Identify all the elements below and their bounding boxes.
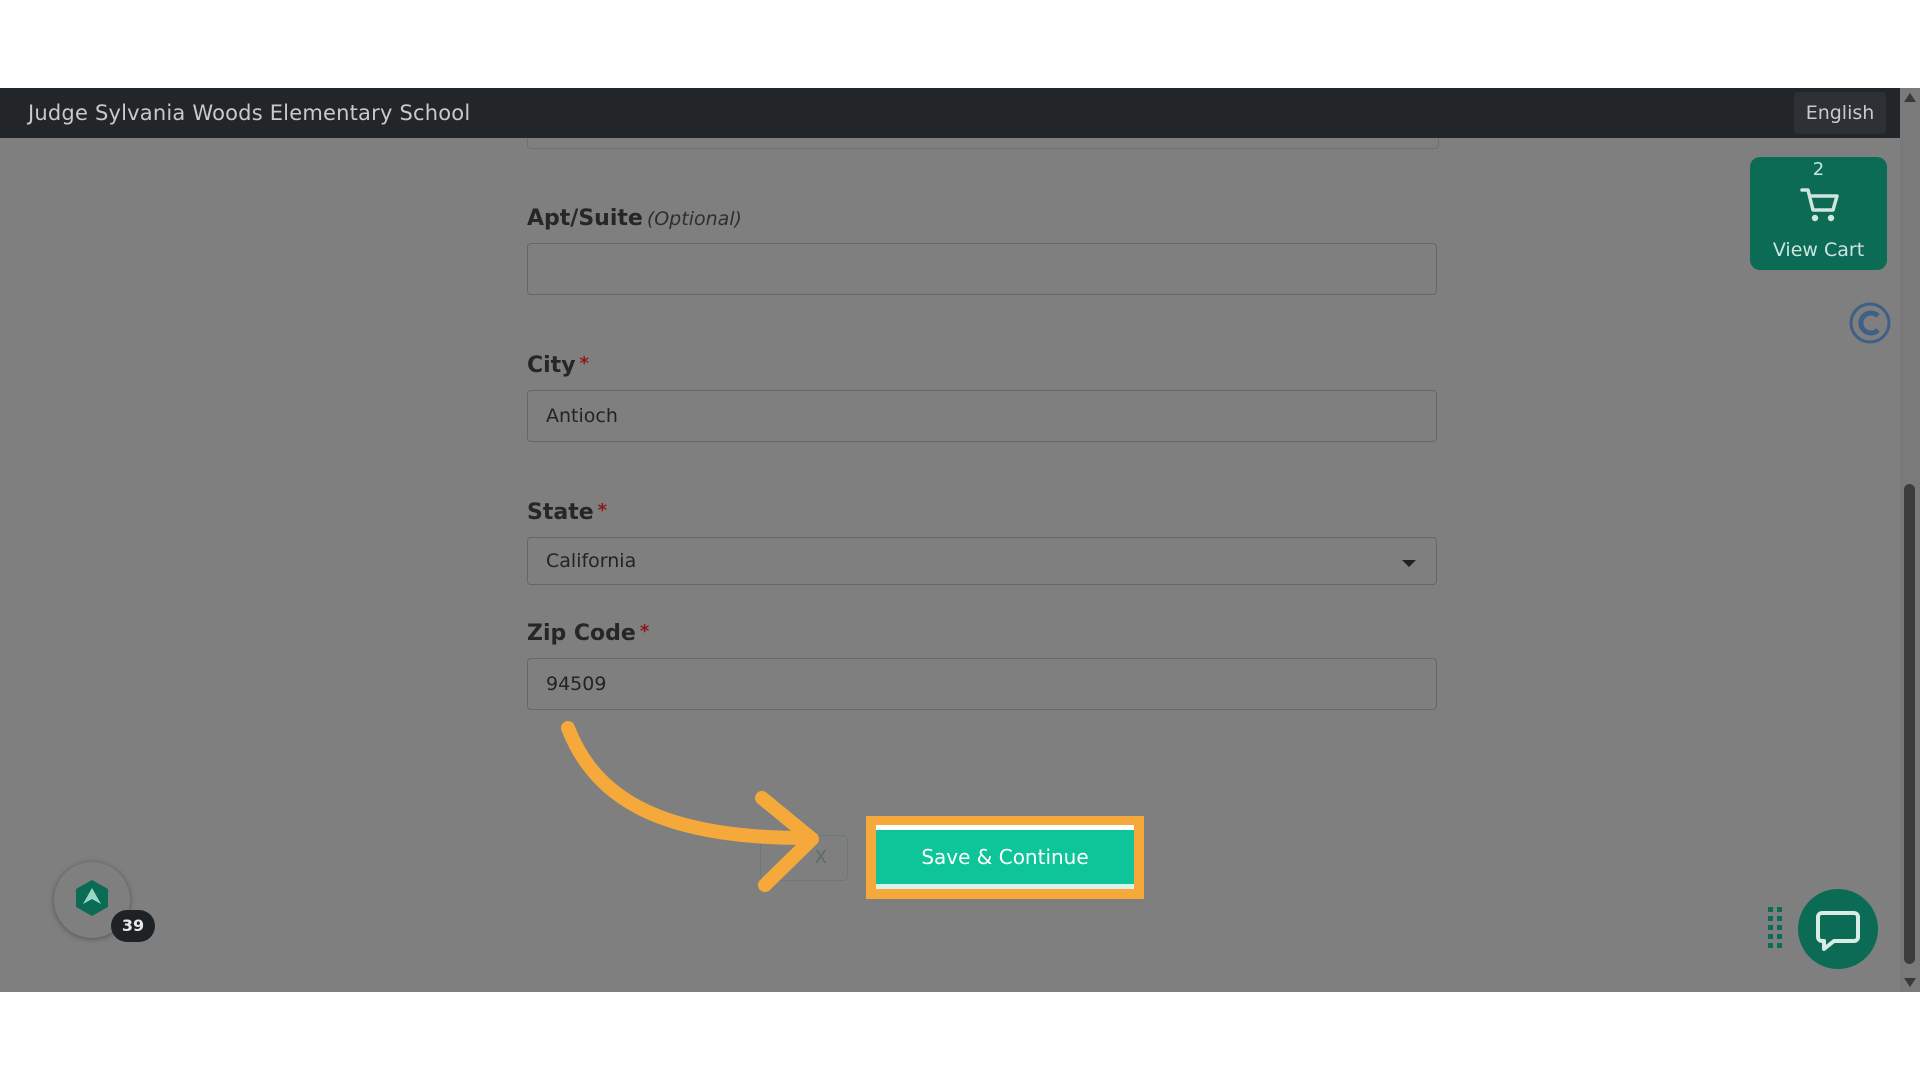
zip-code-label: Zip Code * [527,621,649,646]
top-navbar: Judge Sylvania Woods Elementary School E… [0,88,1900,138]
c-logo-icon[interactable] [1849,302,1891,344]
required-mark: * [579,353,589,374]
required-mark: * [597,500,608,521]
scroll-thumb[interactable] [1904,484,1915,964]
drag-handle-icon[interactable] [1767,906,1783,950]
zip-code-label-text: Zip Code [527,621,636,646]
chevron-down-icon [1402,560,1416,567]
state-select[interactable]: California [527,537,1437,585]
apt-suite-input[interactable] [527,243,1437,295]
required-mark: * [639,621,650,642]
language-selector[interactable]: English [1794,92,1886,134]
chat-button[interactable] [1798,889,1878,969]
view-cart-button[interactable]: 2 View Cart [1750,157,1887,270]
zip-code-input[interactable]: 94509 [527,658,1437,710]
page-frame: Judge Sylvania Woods Elementary School E… [0,88,1920,992]
city-label-text: City [527,353,576,378]
previous-field-edge [527,138,1439,149]
state-select-value: California [546,550,637,572]
chat-bubble-icon [1816,911,1860,951]
scroll-down-arrow-icon[interactable] [1904,978,1916,987]
state-label: State * [527,500,607,525]
apt-suite-label: Apt/Suite (Optional) [527,206,742,231]
curved-arrow-icon [561,721,819,892]
badge-count: 39 [111,910,155,942]
save-continue-button[interactable]: Save & Continue [876,825,1134,889]
school-name: Judge Sylvania Woods Elementary School [28,101,471,125]
cart-label: View Cart [1772,239,1865,261]
shopping-cart-icon [1800,188,1839,222]
scroll-up-arrow-icon[interactable] [1904,93,1916,102]
city-label: City * [527,353,589,378]
vertical-scrollbar[interactable] [1900,88,1920,992]
apt-suite-label-text: Apt/Suite [527,206,643,231]
cart-count: 2 [1812,159,1825,180]
state-label-text: State [527,500,594,525]
city-input[interactable]: Antioch [527,390,1437,442]
optional-tag: (Optional) [646,208,742,230]
